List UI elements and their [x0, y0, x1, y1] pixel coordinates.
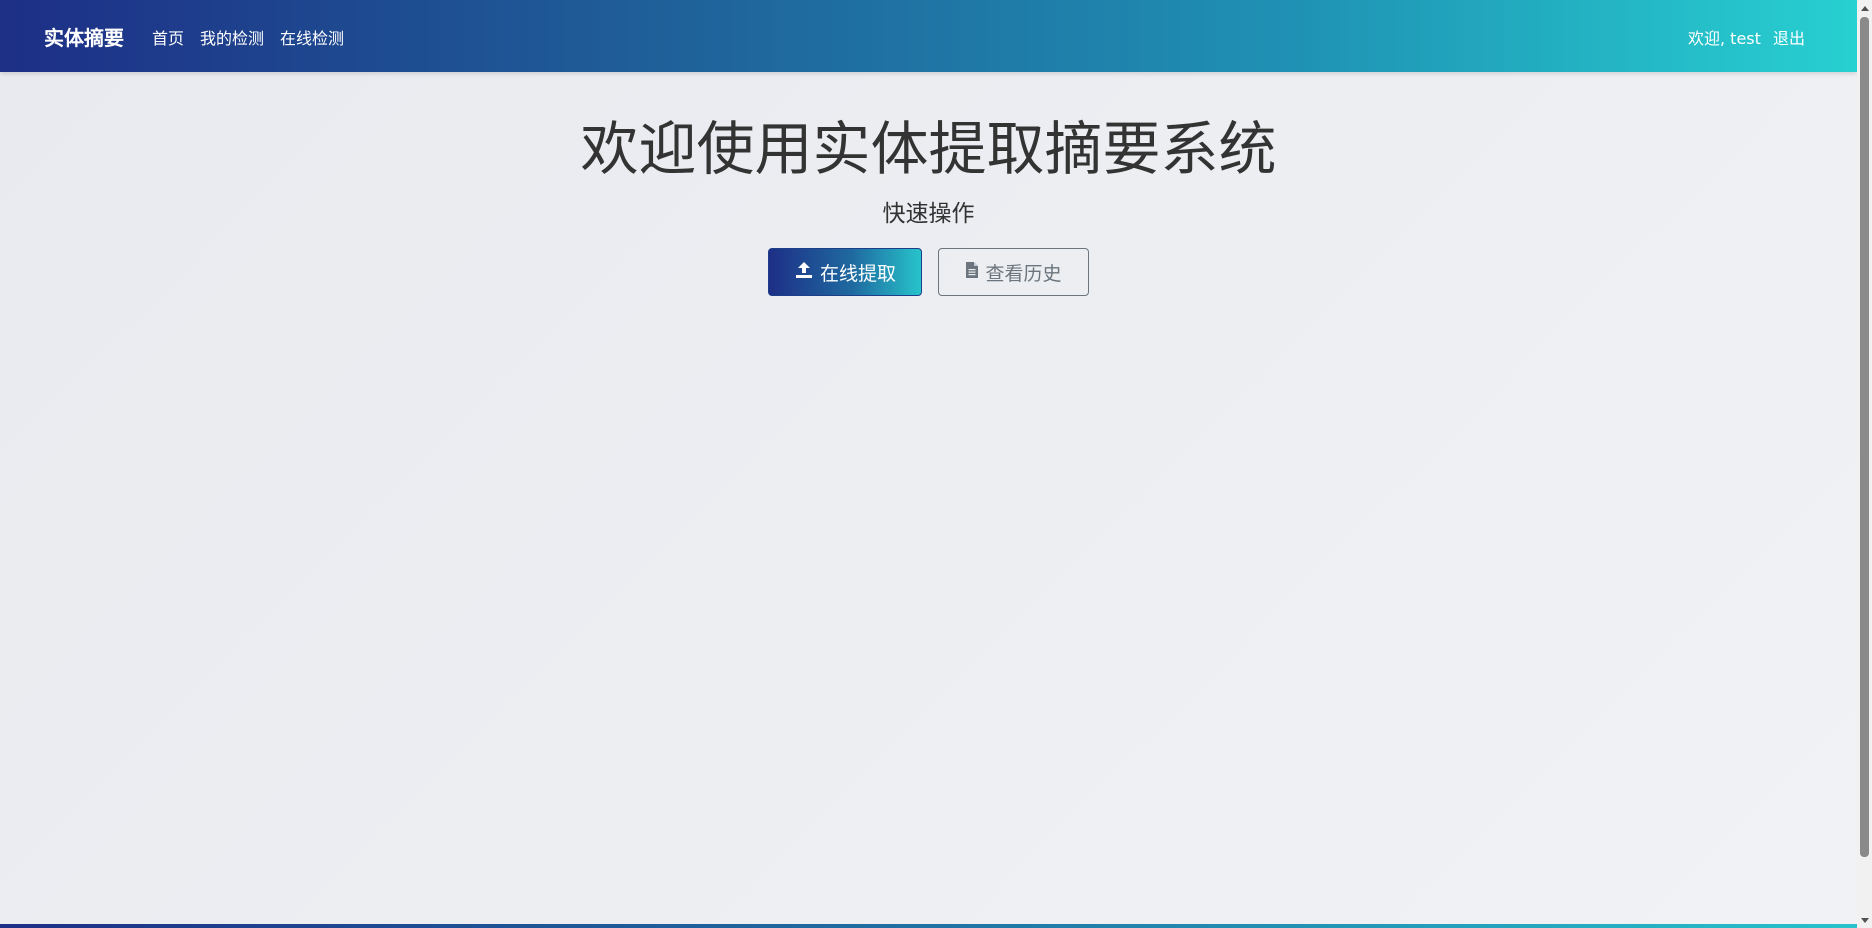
view-history-label: 查看历史	[985, 262, 1062, 285]
upload-icon	[794, 260, 820, 285]
online-extract-label: 在线提取	[819, 262, 896, 285]
nav-link-home[interactable]: 首页	[152, 25, 184, 49]
document-icon	[965, 261, 985, 284]
scroll-up-arrow-icon[interactable]	[1857, 0, 1872, 15]
welcome-user-text: 欢迎, test	[1688, 29, 1761, 48]
nav-link-online-detection[interactable]: 在线检测	[280, 25, 344, 49]
view-history-button[interactable]: 查看历史	[938, 248, 1089, 296]
bottom-accent-bar	[0, 924, 1857, 928]
page-title: 欢迎使用实体提取摘要系统	[580, 115, 1277, 183]
brand-logo[interactable]: 实体摘要	[44, 22, 124, 51]
scroll-down-arrow-icon[interactable]	[1857, 913, 1872, 928]
nav-link-my-detections[interactable]: 我的检测	[200, 25, 264, 49]
online-extract-button[interactable]: 在线提取	[768, 248, 922, 296]
top-navbar: 实体摘要 首页 我的检测 在线检测 欢迎, test 退出	[0, 0, 1857, 72]
logout-link[interactable]: 退出	[1773, 25, 1805, 49]
scrollbar-thumb[interactable]	[1860, 17, 1869, 857]
quick-actions-heading: 快速操作	[882, 201, 975, 227]
vertical-scrollbar[interactable]	[1857, 0, 1872, 928]
